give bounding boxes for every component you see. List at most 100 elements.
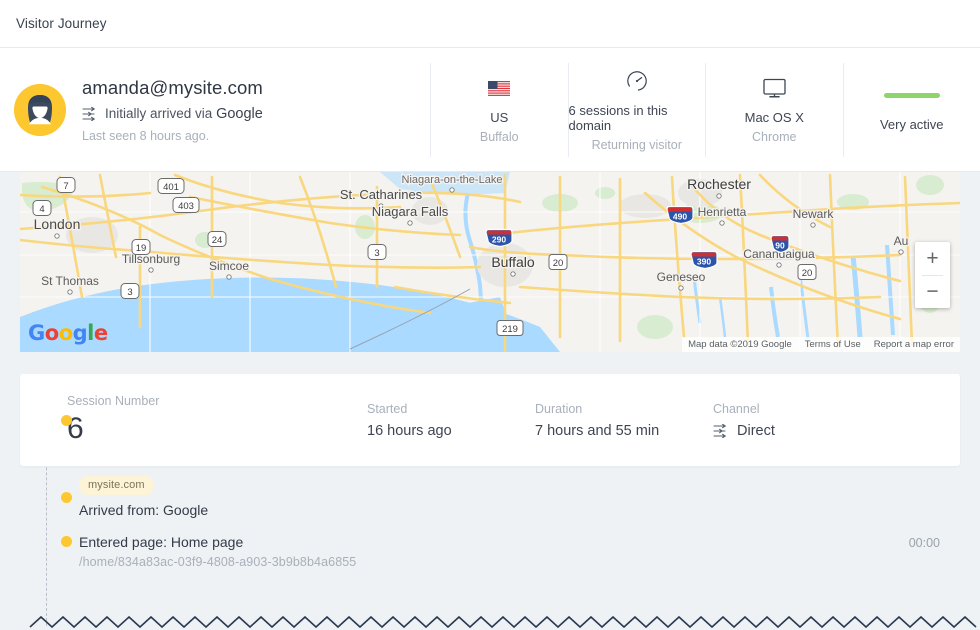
map-zoom-controls[interactable]: + − (915, 242, 950, 308)
svg-text:390: 390 (697, 257, 711, 267)
map-place-dot (407, 220, 413, 226)
event-entered-body: Entered page: Home page /home/834a83ac-0… (20, 534, 960, 569)
svg-text:219: 219 (502, 324, 518, 335)
session-number-block: Session Number 6 (67, 394, 367, 446)
session-channel-row: Direct (713, 423, 775, 439)
map-place-label: Niagara Falls (372, 204, 449, 219)
timeline-dot-session (61, 415, 72, 426)
visitor-email: amanda@mysite.com (82, 76, 263, 98)
channel-flow-icon (82, 106, 96, 121)
session-number-value: 6 (67, 412, 84, 446)
session-channel-label: Channel (713, 401, 760, 416)
map-data-credit: Map data ©2019 Google (688, 339, 792, 350)
timeline-dot-entered-page (61, 536, 72, 547)
stat-sessions-main: 6 sessions in this domain (568, 102, 668, 133)
map-place-label: Tillsonburg (122, 252, 180, 266)
map-place-label: Au (894, 234, 909, 248)
visitor-stats: US Buffalo 6 sessions in this domain Ret… (430, 48, 980, 171)
timeline-event-arrived[interactable]: mysite.com Arrived from: Google (20, 466, 960, 534)
session-duration-value: 7 hours and 55 min (535, 422, 660, 439)
map-section: London St Thomas Tillsonburg Simcoe St. Cath… (0, 172, 980, 352)
google-map[interactable]: London St Thomas Tillsonburg Simcoe St. Cath… (20, 172, 960, 352)
map-place-dot (716, 193, 722, 199)
map-place-dot (898, 249, 904, 255)
map-route-shield: 4 (32, 200, 52, 216)
top-bar: Visitor Journey (0, 0, 980, 48)
map-place-label: Buffalo (491, 254, 535, 270)
timeline-dot-arrived (61, 492, 72, 503)
event-arrived-title: Arrived from: Google (79, 502, 209, 518)
session-started-label: Started (367, 401, 408, 416)
stat-location-main: US (490, 110, 509, 125)
map-route-shield: 290 (485, 228, 513, 248)
stat-sessions-sub: Returning visitor (591, 137, 682, 152)
svg-text:401: 401 (163, 182, 179, 193)
map-place-label: Henrietta (698, 205, 747, 219)
stat-device-main: Mac OS X (744, 110, 804, 125)
map-place-label: St. Catharines (340, 187, 423, 202)
page-title: Visitor Journey (16, 16, 107, 31)
map-place-label: Niagara-on-the-Lake (402, 174, 503, 186)
session-duration-block: Duration 7 hours and 55 min (535, 402, 713, 439)
map-place-dot (54, 233, 60, 239)
arrival-source-row: Initially arrived via Google (82, 106, 263, 122)
event-entered-title: Entered page: Home page (79, 534, 244, 550)
event-entered-time: 00:00 (908, 536, 940, 550)
avatar (14, 83, 66, 136)
map-route-shield: 19 (131, 239, 151, 255)
activity-bar-icon (883, 82, 940, 108)
event-arrived-body: mysite.com Arrived from: Google (20, 466, 960, 518)
stat-device-sub: Chrome (752, 130, 797, 144)
map-route-shield: 20 (548, 254, 568, 270)
visitor-journey-page: Visitor Journey amanda@mysite.com Initia… (0, 0, 980, 630)
google-logo: Google (28, 321, 108, 345)
map-place-dot (67, 289, 73, 295)
map-place-dot (510, 271, 516, 277)
map-route-shield: 3 (367, 244, 387, 260)
zigzag-divider (29, 615, 977, 629)
map-place-label: Newark (793, 207, 835, 221)
visitor-profile-header: amanda@mysite.com Initially arrived via … (0, 48, 980, 172)
map-route-shield: 219 (496, 320, 524, 336)
report-map-error-link[interactable]: Report a map error (874, 339, 954, 350)
session-number-label: Session Number (67, 394, 160, 409)
session-started-block: Started 16 hours ago (367, 402, 535, 439)
stat-location: US Buffalo (430, 62, 568, 157)
zoom-out-button[interactable]: − (915, 276, 950, 309)
svg-text:290: 290 (492, 235, 506, 245)
svg-text:90: 90 (775, 241, 785, 251)
map-place-dot (776, 262, 782, 268)
event-entered-path: /home/834a83ac-03f9-4808-a903-3b9b8b4a68… (79, 555, 357, 569)
arrival-prefix: Initially arrived via (105, 105, 213, 121)
map-route-shield: 401 (157, 178, 185, 194)
session-channel-block: Channel Direct (713, 402, 775, 439)
terms-of-use-link[interactable]: Terms of Use (805, 339, 861, 350)
timeline-event-entered-page[interactable]: Entered page: Home page /home/834a83ac-0… (20, 534, 960, 596)
zoom-in-button[interactable]: + (915, 242, 950, 275)
map-route-shield: 24 (207, 231, 227, 247)
channel-flow-icon (713, 423, 727, 438)
session-timeline: Session Number 6 Started 16 hours ago Du… (0, 352, 980, 626)
stat-device: Mac OS X Chrome (705, 62, 843, 157)
map-route-shield: 390 (690, 250, 718, 270)
session-channel-value: Direct (737, 422, 775, 439)
svg-text:3: 3 (127, 287, 132, 298)
gauge-icon (625, 68, 649, 94)
map-route-shield: 490 (666, 205, 694, 225)
svg-text:490: 490 (673, 212, 687, 222)
map-place-label: London (34, 216, 81, 232)
svg-text:4: 4 (39, 204, 44, 215)
monitor-icon (762, 75, 787, 101)
map-labels: London St Thomas Tillsonburg Simcoe St. Cath… (32, 173, 910, 336)
map-route-shield: 7 (56, 177, 76, 193)
map-place-label: Geneseo (657, 270, 706, 284)
map-route-shield: 403 (172, 197, 200, 213)
last-seen-text: Last seen 8 hours ago. (82, 128, 210, 143)
svg-text:20: 20 (553, 258, 564, 269)
svg-text:20: 20 (802, 268, 813, 279)
svg-text:403: 403 (178, 201, 194, 212)
us-flag-icon (488, 75, 511, 101)
arrival-source-text: Initially arrived via Google (105, 106, 263, 122)
session-summary-card[interactable]: Session Number 6 Started 16 hours ago Du… (20, 374, 960, 466)
map-route-shield: 3 (120, 283, 140, 299)
